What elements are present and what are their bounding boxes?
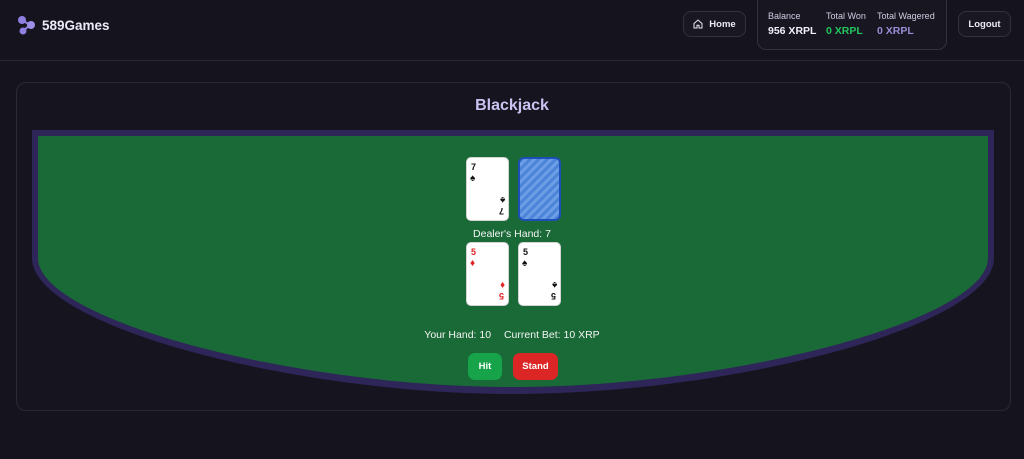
brand[interactable]: 589Games [17, 14, 110, 36]
card-rank: 7 [471, 162, 477, 172]
balance-label: Balance [768, 11, 801, 21]
game-title: Blackjack [475, 97, 549, 114]
table-felt [38, 136, 988, 387]
card-rank: 5 [523, 247, 529, 257]
your-hand-label: Your Hand: 10 [424, 329, 492, 341]
total-won-label: Total Won [826, 11, 866, 21]
card-rank: 5 [498, 291, 504, 301]
spade-icon: ♠ [470, 173, 476, 184]
dealer-hand-label: Dealer's Hand: 7 [473, 228, 551, 240]
account-stats-panel: Balance 956 XRPL Total Won 0 XRPL Total … [757, 0, 947, 50]
total-wagered-label: Total Wagered [877, 11, 935, 21]
hand-info-row: Your Hand: 10 Current Bet: 10 XRP [0, 329, 1024, 341]
player-card-1: 5 ♦ ♦ 5 [466, 242, 509, 306]
dealer-card-1: 7 ♠ ♠ 7 [466, 157, 509, 221]
dealer-card-face-down [518, 157, 561, 221]
hit-button[interactable]: Hit [468, 353, 502, 380]
total-won-value: 0 XRPL [826, 25, 863, 37]
current-bet-label: Current Bet: 10 XRP [503, 329, 600, 341]
total-wagered-value: 0 XRPL [877, 25, 914, 37]
home-button[interactable]: Home [683, 11, 746, 37]
spade-icon: ♠ [551, 279, 557, 290]
balance-value: 956 XRPL [768, 25, 817, 37]
spade-icon: ♠ [499, 194, 505, 205]
brand-name: 589Games [42, 17, 110, 33]
home-icon [693, 19, 703, 29]
home-button-label: Home [709, 18, 736, 30]
stand-button[interactable]: Stand [513, 353, 558, 380]
card-rank: 5 [550, 291, 556, 301]
molecule-logo-icon [18, 16, 35, 35]
diamond-icon: ♦ [470, 258, 476, 269]
card-rank: 7 [498, 206, 504, 216]
total-won-stat: Total Won 0 XRPL [826, 11, 866, 37]
spade-icon: ♠ [522, 258, 528, 269]
logout-button[interactable]: Logout [958, 11, 1011, 37]
player-card-2: 5 ♠ ♠ 5 [518, 242, 561, 306]
total-wagered-stat: Total Wagered 0 XRPL [877, 11, 935, 37]
top-navigation-bar: 589Games Home Balance 956 XRPL Total Won… [0, 0, 1024, 61]
diamond-icon: ♦ [499, 279, 505, 290]
balance-stat: Balance 956 XRPL [768, 11, 816, 37]
card-rank: 5 [471, 247, 477, 257]
